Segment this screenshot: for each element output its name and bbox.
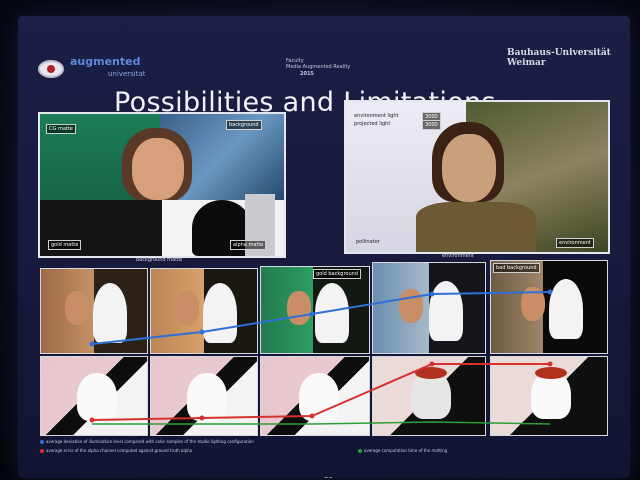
legend-green-text: average computation time of the matting xyxy=(364,448,448,453)
tag-environment: environment xyxy=(556,238,594,248)
grid-cell-top-2 xyxy=(150,268,258,354)
tag-pollinator: pollinator xyxy=(356,239,380,245)
right-photo-panel: environment light projected light 3000 3… xyxy=(344,100,610,254)
tag-gold-background: gold background xyxy=(313,269,361,279)
tag-value-2: 3000 xyxy=(422,120,441,130)
city-line: Weimar xyxy=(507,58,546,68)
red-cap xyxy=(415,367,447,379)
face-thumb xyxy=(175,291,199,325)
legend-red: average error of the alpha channel compu… xyxy=(40,448,192,453)
face-thumb xyxy=(65,291,89,325)
silhouette-thumb xyxy=(315,283,349,343)
header-center-text: Faculty Media Augmented Reality 2015 xyxy=(286,58,350,77)
person-face-right xyxy=(442,134,496,202)
grid-cell-bottom-1 xyxy=(40,356,148,436)
silhouette-thumb xyxy=(203,283,237,343)
grid-cell-top-3: gold background xyxy=(260,266,370,354)
eye-logo-icon xyxy=(38,60,64,78)
tag-environment-light: environment light xyxy=(354,113,399,119)
ghost-silhouette xyxy=(77,373,117,421)
silhouette-thumb xyxy=(549,279,583,339)
tag-background: background xyxy=(226,120,262,130)
legend-red-text: average error of the alpha channel compu… xyxy=(46,448,193,453)
grid-cell-bottom-3 xyxy=(260,356,370,436)
right-panel-caption: environment xyxy=(442,253,474,259)
logo-subtext: universitat xyxy=(108,70,146,78)
blue-legend-icon xyxy=(40,440,44,444)
tag-projected-light: projected light xyxy=(354,121,391,127)
ghost-silhouette xyxy=(187,373,227,421)
header-page-label: 2015 xyxy=(300,71,314,77)
silhouette-thumb xyxy=(93,283,127,343)
header-line-2: Media Augmented Reality xyxy=(286,64,351,70)
grid-cell-bottom-2 xyxy=(150,356,258,436)
logo-text: augmented xyxy=(70,55,141,68)
grid-cell-top-1 xyxy=(40,268,148,354)
tag-alpha-matte: alpha matte xyxy=(230,240,267,250)
person-shirt-right xyxy=(416,202,536,252)
augmented-universe-logo: augmented universitat xyxy=(38,56,158,86)
grid-cell-top-5: bad background xyxy=(490,260,608,354)
left-panel-caption: background matte xyxy=(136,257,183,263)
person-face xyxy=(132,138,184,200)
projected-slide: augmented universitat Faculty Media Augm… xyxy=(18,16,630,478)
left-photo-panel: CG matte background gold matte alpha mat… xyxy=(38,112,286,258)
university-line: Bauhaus-Universität xyxy=(507,48,611,58)
face-thumb xyxy=(399,289,423,323)
ghost-silhouette xyxy=(299,373,339,421)
tag-cg-matte: CG matte xyxy=(46,124,76,134)
grid-cell-bottom-5 xyxy=(490,356,608,436)
grid-cell-top-4 xyxy=(372,262,486,354)
face-thumb xyxy=(521,287,545,321)
tag-gold-matte: gold matte xyxy=(48,240,82,250)
legend-green: average computation time of the matting xyxy=(358,448,447,453)
red-legend-icon xyxy=(40,449,44,453)
university-name: Bauhaus-Universität Weimar xyxy=(507,48,611,68)
red-cap xyxy=(535,367,567,379)
legend-blue-text: average deviation of illumination level … xyxy=(46,439,254,444)
tag-bad-background: bad background xyxy=(493,263,540,273)
legend-blue: average deviation of illumination level … xyxy=(40,439,254,444)
green-legend-icon xyxy=(358,449,362,453)
silhouette-thumb xyxy=(429,281,463,341)
grid-cell-bottom-4 xyxy=(372,356,486,436)
face-thumb xyxy=(287,291,311,325)
slide-page-number: 30 xyxy=(324,476,333,478)
